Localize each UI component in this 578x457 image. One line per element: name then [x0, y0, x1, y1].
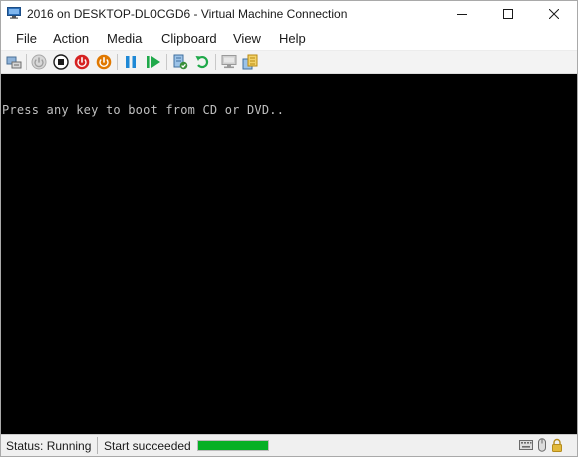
- mouse-icon: [538, 438, 546, 452]
- boot-prompt-text: Press any key to boot from CD or DVD..: [2, 103, 285, 117]
- maximize-icon: [503, 9, 513, 19]
- revert-icon[interactable]: [194, 54, 210, 70]
- status-label: Status: Running: [6, 439, 92, 453]
- menu-bar: File Action Media Clipboard View Help: [1, 27, 577, 50]
- menu-file[interactable]: File: [16, 31, 37, 46]
- window-title: 2016 on DESKTOP-DL0CGD6 - Virtual Machin…: [27, 7, 348, 21]
- vm-connection-app-icon: [7, 7, 21, 19]
- title-bar[interactable]: 2016 on DESKTOP-DL0CGD6 - Virtual Machin…: [1, 1, 577, 27]
- toolbar: [1, 50, 577, 74]
- pause-icon[interactable]: [123, 54, 139, 70]
- menu-view[interactable]: View: [233, 31, 261, 46]
- toolbar-separator: [166, 54, 167, 70]
- close-icon: [549, 9, 559, 19]
- menu-help[interactable]: Help: [279, 31, 306, 46]
- toolbar-separator: [215, 54, 216, 70]
- ctrl-alt-del-icon[interactable]: [6, 54, 22, 70]
- keyboard-icon: [519, 440, 533, 450]
- minimize-button[interactable]: [439, 1, 485, 27]
- close-button[interactable]: [531, 1, 577, 27]
- toolbar-separator: [26, 54, 27, 70]
- save-icon[interactable]: [96, 54, 112, 70]
- toolbar-separator: [117, 54, 118, 70]
- menu-media[interactable]: Media: [107, 31, 142, 46]
- status-divider: [97, 437, 98, 454]
- checkpoint-icon[interactable]: [172, 54, 188, 70]
- share-icon[interactable]: [242, 54, 258, 70]
- shut-down-icon[interactable]: [74, 54, 90, 70]
- vm-console-screen[interactable]: Press any key to boot from CD or DVD..: [1, 74, 577, 434]
- status-progress-bar: [197, 440, 269, 451]
- menu-action[interactable]: Action: [53, 31, 89, 46]
- status-bar: Status: Running Start succeeded: [1, 434, 577, 456]
- lock-icon: [552, 438, 562, 452]
- enhanced-session-icon[interactable]: [221, 54, 237, 70]
- status-message: Start succeeded: [104, 439, 191, 453]
- maximize-button[interactable]: [485, 1, 531, 27]
- progress-fill: [198, 441, 268, 450]
- start-icon[interactable]: [31, 54, 47, 70]
- reset-icon[interactable]: [145, 54, 161, 70]
- vm-connection-window: 2016 on DESKTOP-DL0CGD6 - Virtual Machin…: [0, 0, 578, 457]
- turn-off-icon[interactable]: [53, 54, 69, 70]
- menu-clipboard[interactable]: Clipboard: [161, 31, 217, 46]
- minimize-icon: [457, 14, 467, 15]
